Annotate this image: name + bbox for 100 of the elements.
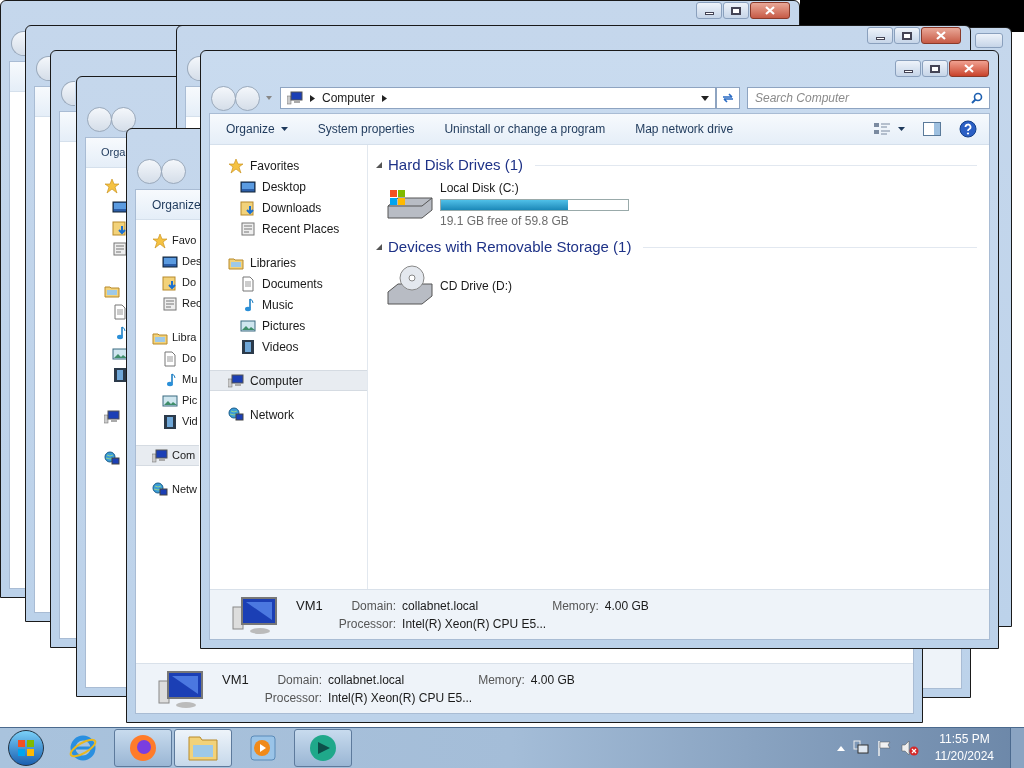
- maximize-button[interactable]: [723, 2, 749, 19]
- star-icon: [152, 232, 168, 249]
- taskbar-button[interactable]: [114, 729, 172, 767]
- document-icon: [162, 350, 178, 367]
- computer-icon: [228, 372, 244, 389]
- nav-item[interactable]: Do: [136, 272, 199, 293]
- nav-item[interactable]: Des: [136, 251, 199, 272]
- domain-label: Domain:: [276, 671, 323, 689]
- fox-globe-icon: [128, 733, 158, 763]
- memory-value: 4.00 GB: [530, 671, 575, 689]
- drive-item[interactable]: CD Drive (D:): [376, 257, 626, 315]
- memory-label: Memory:: [551, 597, 599, 615]
- domain-label: Domain:: [350, 597, 397, 615]
- cd-drive-icon: [386, 264, 434, 308]
- nav-item[interactable]: Libra: [136, 327, 199, 348]
- taskbar-button[interactable]: [174, 729, 232, 767]
- network-icon: [104, 451, 120, 467]
- breadcrumb[interactable]: Computer: [322, 89, 375, 107]
- dropdown-arrow-icon[interactable]: [701, 95, 709, 101]
- nav-item[interactable]: Recent Places: [210, 218, 367, 239]
- film-icon: [112, 367, 128, 383]
- view-options-button[interactable]: [874, 122, 905, 136]
- network-icon: [152, 481, 168, 498]
- windows-logo-icon: [17, 739, 35, 757]
- film-icon: [162, 413, 178, 430]
- group-title: Devices with Removable Storage (1): [388, 236, 632, 257]
- nav-item[interactable]: Com: [136, 445, 199, 466]
- clock-time: 11:55 PM: [939, 731, 990, 748]
- refresh-button[interactable]: [716, 87, 740, 109]
- nav-item[interactable]: Desktop: [210, 176, 367, 197]
- memory-label: Memory:: [477, 671, 525, 689]
- nav-item[interactable]: Documents: [210, 273, 367, 294]
- toolbar-button[interactable]: Organize: [226, 120, 288, 138]
- help-icon[interactable]: [959, 120, 977, 138]
- flag-icon[interactable]: [876, 740, 893, 756]
- minimize-button[interactable]: [696, 2, 722, 19]
- recent-places-icon: [162, 295, 178, 312]
- document-icon: [240, 275, 256, 292]
- show-desktop-button[interactable]: [1010, 728, 1024, 768]
- nav-item[interactable]: Netw: [136, 479, 199, 500]
- preview-pane-icon[interactable]: [923, 122, 941, 136]
- forward-button[interactable]: [111, 106, 136, 132]
- close-button[interactable]: [949, 60, 989, 77]
- computer-icon: [152, 447, 168, 464]
- nav-item[interactable]: Music: [210, 294, 367, 315]
- nav-item[interactable]: Downloads: [210, 197, 367, 218]
- start-button[interactable]: [8, 730, 44, 766]
- toolbar-button[interactable]: Organize: [152, 195, 201, 214]
- back-button[interactable]: [187, 55, 201, 81]
- desktop-icon: [240, 178, 256, 195]
- nav-item[interactable]: Libraries: [210, 252, 367, 273]
- picture-icon: [162, 392, 178, 409]
- picture-icon: [240, 317, 256, 334]
- computer-icon: [287, 90, 303, 106]
- computer-name: VM1: [296, 596, 324, 615]
- nav-item[interactable]: Videos: [210, 336, 367, 357]
- processor-value: Intel(R) Xeon(R) CPU E5...: [402, 615, 548, 633]
- network-icon[interactable]: [852, 740, 869, 756]
- chevron-icon: [381, 94, 387, 102]
- nav-item[interactable]: Favo: [136, 230, 199, 251]
- maximize-button[interactable]: [922, 60, 948, 77]
- nav-item[interactable]: Favorites: [210, 155, 367, 176]
- nav-item[interactable]: Computer: [210, 370, 367, 391]
- play-icon: [250, 735, 276, 761]
- show-hidden-icons-button[interactable]: [836, 745, 845, 751]
- processor-label: Processor:: [264, 689, 323, 707]
- nav-item[interactable]: Vid: [136, 411, 199, 432]
- processor-label: Processor:: [338, 615, 397, 633]
- nav-item[interactable]: Rec: [136, 293, 199, 314]
- nav-item[interactable]: Do: [136, 348, 199, 369]
- close-button[interactable]: [750, 2, 790, 19]
- search-icon: [971, 92, 983, 104]
- toolbar-button[interactable]: System properties: [317, 120, 415, 138]
- minimize-button[interactable]: [867, 27, 893, 44]
- address-bar[interactable]: Computer: [280, 87, 716, 109]
- nav-item[interactable]: Mu: [136, 369, 199, 390]
- taskbar-button[interactable]: [294, 729, 352, 767]
- search-field[interactable]: Search Computer: [747, 87, 990, 109]
- history-dropdown-icon[interactable]: [266, 96, 272, 100]
- maximize-button[interactable]: [894, 27, 920, 44]
- close-icon: [765, 6, 775, 15]
- group-header[interactable]: Hard Disk Drives (1): [376, 155, 977, 175]
- drive-item[interactable]: Local Disk (C:) 19.1 GB free of 59.8 GB: [376, 175, 626, 233]
- collapse-triangle-icon: [376, 244, 382, 250]
- star-icon: [228, 157, 244, 174]
- toolbar-button[interactable]: Map network drive: [635, 120, 734, 138]
- globe-e-icon: [68, 733, 98, 763]
- group-header[interactable]: Devices with Removable Storage (1): [376, 237, 977, 257]
- nav-item[interactable]: Pictures: [210, 315, 367, 336]
- toolbar-button[interactable]: Orga: [101, 144, 126, 161]
- minimize-button[interactable]: [895, 60, 921, 77]
- close-button[interactable]: [921, 27, 961, 44]
- desktop-icon: [162, 253, 178, 270]
- processor-value: Intel(R) Xeon(R) CPU E5...: [328, 689, 474, 707]
- computer-icon: [158, 668, 204, 709]
- nav-item[interactable]: Pic: [136, 390, 199, 411]
- caret-icon: [280, 127, 288, 131]
- toolbar-button[interactable]: Uninstall or change a program: [444, 120, 606, 138]
- nav-item[interactable]: Network: [210, 404, 367, 425]
- speaker-muted-icon[interactable]: [900, 740, 919, 756]
